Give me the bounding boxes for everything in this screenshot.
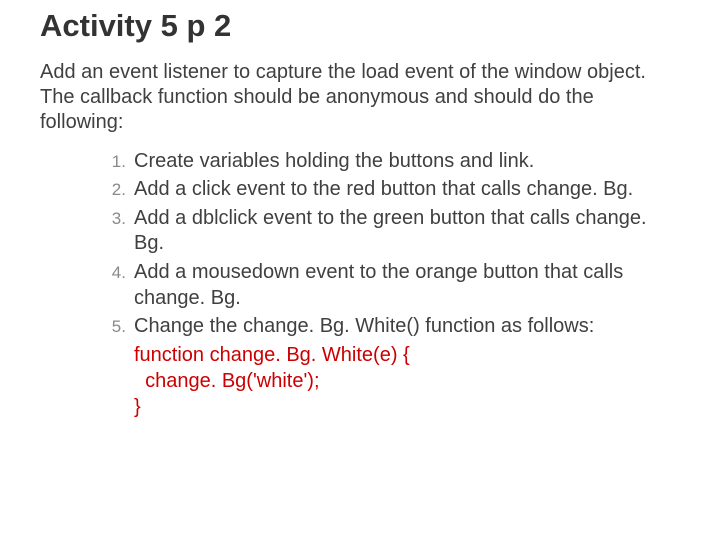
step-text: Add a click event to the red button that… <box>134 178 633 200</box>
list-item: Add a mousedown event to the orange butt… <box>110 260 680 311</box>
steps-list: Create variables holding the buttons and… <box>40 149 680 420</box>
step-text: Add a mousedown event to the orange butt… <box>134 261 623 309</box>
code-line: change. Bg('white'); <box>134 368 680 394</box>
code-line: } <box>134 394 680 420</box>
code-line: function change. Bg. White(e) { <box>134 342 680 368</box>
list-item: Add a dblclick event to the green button… <box>110 206 680 257</box>
slide-content: Activity 5 p 2 Add an event listener to … <box>0 0 720 420</box>
list-item: Add a click event to the red button that… <box>110 177 680 203</box>
list-item: Change the change. Bg. White() function … <box>110 314 680 420</box>
code-block: function change. Bg. White(e) { change. … <box>134 342 680 420</box>
step-text: Create variables holding the buttons and… <box>134 150 534 172</box>
step-text: Change the change. Bg. White() function … <box>134 315 594 337</box>
step-text: Add a dblclick event to the green button… <box>134 207 647 255</box>
list-item: Create variables holding the buttons and… <box>110 149 680 175</box>
slide-title: Activity 5 p 2 <box>40 8 680 44</box>
intro-paragraph: Add an event listener to capture the loa… <box>40 60 680 135</box>
